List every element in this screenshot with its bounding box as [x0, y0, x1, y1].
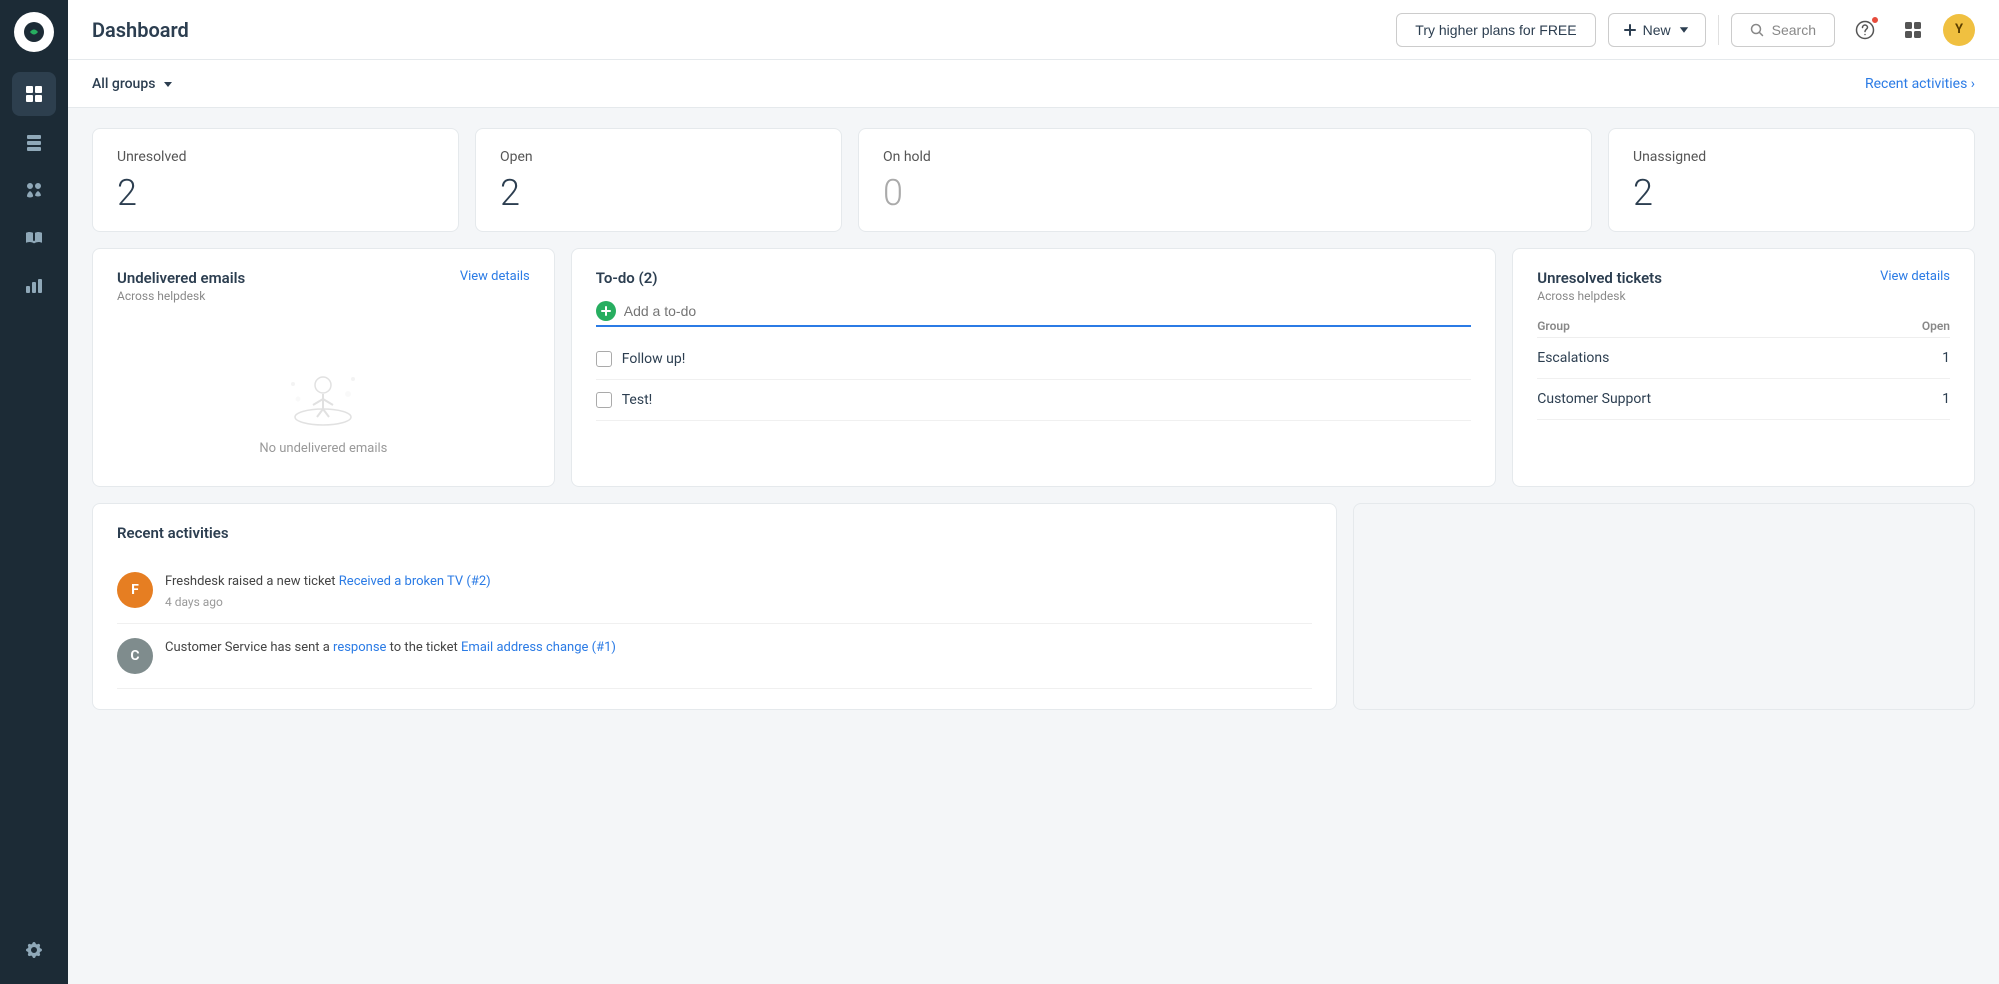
todo-input-row [596, 301, 1472, 327]
topbar-divider [1718, 15, 1719, 45]
todo-item-test: Test! [596, 380, 1472, 421]
search-icon [1750, 23, 1764, 37]
sidebar-item-tickets[interactable] [12, 120, 56, 164]
activity-text-0: Freshdesk raised a new ticket Received a… [165, 572, 491, 592]
right-panel-placeholder [1353, 503, 1975, 710]
stats-row: Unresolved 2 Open 2 On hold 0 Unassigned… [92, 128, 1975, 232]
content-area: Unresolved 2 Open 2 On hold 0 Unassigned… [68, 108, 1999, 984]
col-open-header: Open [1868, 315, 1950, 338]
topbar: Dashboard Try higher plans for FREE New … [68, 0, 1999, 60]
todo-item-followup: Follow up! [596, 339, 1472, 380]
empty-illustration: No undelivered emails [117, 309, 530, 466]
stat-unresolved: Unresolved 2 [92, 128, 459, 232]
activity-item-1: C Customer Service has sent a response t… [117, 624, 1312, 689]
recent-activities-title: Recent activities [117, 524, 1312, 542]
todo-item-test-label: Test! [622, 392, 653, 408]
sidebar-item-settings[interactable] [12, 928, 56, 972]
search-button[interactable]: Search [1731, 13, 1835, 47]
help-button[interactable] [1847, 12, 1883, 48]
stat-open: Open 2 [475, 128, 842, 232]
tickets-table: Group Open Escalations 1 Customer Suppor… [1537, 315, 1950, 420]
activity-time-0: 4 days ago [165, 595, 491, 609]
todo-panel: To-do (2) Follow up! Test! [571, 248, 1497, 487]
sidebar-item-knowledge[interactable] [12, 216, 56, 260]
group-open-count: 1 [1868, 338, 1950, 379]
upgrade-button[interactable]: Try higher plans for FREE [1396, 13, 1595, 47]
stat-open-label: Open [500, 149, 817, 165]
stat-onhold: On hold 0 [858, 128, 1592, 232]
stat-onhold-label: On hold [883, 149, 1567, 165]
marketplace-button[interactable] [1895, 12, 1931, 48]
unresolved-tickets-subtitle: Across helpdesk [1537, 289, 1662, 303]
activity-item-0: F Freshdesk raised a new ticket Received… [117, 558, 1312, 624]
recent-activities-link[interactable]: Recent activities › [1865, 76, 1975, 92]
undelivered-view-details[interactable]: View details [460, 269, 530, 284]
undelivered-subtitle: Across helpdesk [117, 289, 245, 303]
group-open-count: 1 [1868, 379, 1950, 420]
todo-add-icon[interactable] [596, 301, 616, 321]
activity-link-1a[interactable]: response [333, 640, 386, 655]
stat-unresolved-label: Unresolved [117, 149, 434, 165]
plus-icon [600, 305, 612, 317]
activity-text-1: Customer Service has sent a response to … [165, 638, 616, 658]
stat-onhold-value: 0 [883, 175, 1567, 211]
recent-section: Recent activities F Freshdesk raised a n… [92, 503, 1975, 710]
undelivered-header: Undelivered emails Across helpdesk View … [117, 269, 530, 303]
notification-dot [1871, 16, 1879, 24]
empty-text: No undelivered emails [259, 441, 387, 456]
todo-item-followup-label: Follow up! [622, 351, 686, 367]
todo-input[interactable] [624, 303, 1472, 319]
recent-activities-panel: Recent activities F Freshdesk raised a n… [92, 503, 1337, 710]
empty-state-illustration [273, 339, 373, 429]
group-name: Escalations [1537, 338, 1868, 379]
sidebar-item-dashboard[interactable] [12, 72, 56, 116]
activity-avatar-0: F [117, 572, 153, 608]
page-title: Dashboard [92, 18, 1384, 42]
sidebar-item-contacts[interactable] [12, 168, 56, 212]
activity-link-0[interactable]: Received a broken TV (#2) [339, 574, 491, 589]
todo-title: To-do (2) [596, 269, 1472, 287]
user-avatar[interactable]: Y [1943, 14, 1975, 46]
main-area: Dashboard Try higher plans for FREE New … [68, 0, 1999, 984]
unresolved-header: Unresolved tickets Across helpdesk View … [1537, 269, 1950, 303]
middle-row: Undelivered emails Across helpdesk View … [92, 248, 1975, 487]
subheader: All groups Recent activities › [68, 60, 1999, 108]
stat-unassigned: Unassigned 2 [1608, 128, 1975, 232]
unresolved-tickets-panel: Unresolved tickets Across helpdesk View … [1512, 248, 1975, 487]
activity-link-1b[interactable]: Email address change (#1) [461, 640, 616, 655]
app-logo[interactable] [14, 12, 54, 52]
table-row: Escalations 1 [1537, 338, 1950, 379]
marketplace-icon [1903, 20, 1923, 40]
chevron-down-icon [161, 77, 175, 91]
stat-unresolved-value: 2 [117, 175, 434, 211]
sidebar [0, 0, 68, 984]
plus-icon [1623, 23, 1637, 37]
table-row: Customer Support 1 [1537, 379, 1950, 420]
undelivered-panel: Undelivered emails Across helpdesk View … [92, 248, 555, 487]
sidebar-item-reports[interactable] [12, 264, 56, 308]
unresolved-view-details[interactable]: View details [1880, 269, 1950, 284]
activity-avatar-1: C [117, 638, 153, 674]
col-group-header: Group [1537, 315, 1868, 338]
groups-dropdown[interactable]: All groups [92, 76, 175, 92]
group-name: Customer Support [1537, 379, 1868, 420]
chevron-down-icon [1677, 23, 1691, 37]
todo-checkbox-test[interactable] [596, 392, 612, 408]
undelivered-title: Undelivered emails [117, 269, 245, 287]
todo-checkbox-followup[interactable] [596, 351, 612, 367]
stat-unassigned-value: 2 [1633, 175, 1950, 211]
new-button[interactable]: New [1608, 13, 1706, 47]
stat-open-value: 2 [500, 175, 817, 211]
unresolved-tickets-title: Unresolved tickets [1537, 269, 1662, 287]
stat-unassigned-label: Unassigned [1633, 149, 1950, 165]
